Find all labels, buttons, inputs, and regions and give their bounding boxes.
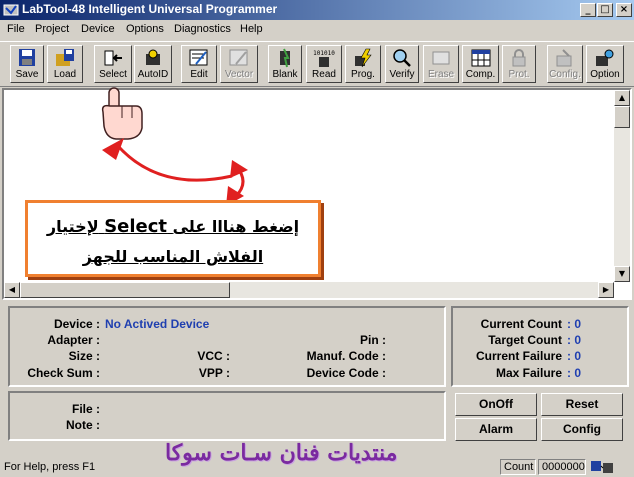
device-info-panel: Device : No Actived Device Adapter : Pin… bbox=[8, 306, 446, 387]
size-label: Size : bbox=[68, 349, 100, 363]
alarm-button[interactable]: Alarm bbox=[455, 418, 537, 441]
count-label: Count bbox=[500, 459, 536, 475]
pointing-hand-icon bbox=[101, 87, 143, 140]
status-help-text: For Help, press F1 bbox=[4, 461, 96, 473]
current-count-value: : 0 bbox=[567, 317, 582, 331]
device-label: Device : bbox=[53, 317, 100, 331]
target-count-value: : 0 bbox=[567, 333, 582, 347]
manuf-code-label: Manuf. Code : bbox=[306, 349, 386, 363]
adapter-label: Adapter : bbox=[47, 333, 100, 347]
callout-keyword: Select bbox=[104, 216, 168, 237]
count-value: 0000000 bbox=[538, 459, 586, 475]
checksum-label: Check Sum : bbox=[27, 366, 100, 380]
reset-button[interactable]: Reset bbox=[541, 393, 623, 416]
annotation-callout: إضغط هنااا على Select لإختيار الفلاش الم… bbox=[25, 200, 321, 277]
callout-line1-before: إضغط هنااا على bbox=[172, 217, 300, 236]
forum-watermark: منتديات فنان سـات سوكا bbox=[165, 440, 398, 466]
callout-line1: إضغط هنااا على Select لإختيار bbox=[28, 216, 318, 237]
device-code-label: Device Code : bbox=[306, 366, 386, 380]
current-count-label: Current Count bbox=[480, 317, 562, 331]
current-failure-label: Current Failure bbox=[475, 349, 562, 363]
file-note-panel: File : Note : bbox=[8, 391, 446, 441]
pin-label: Pin : bbox=[360, 333, 386, 347]
vpp-label: VPP : bbox=[198, 366, 230, 380]
current-failure-value: : 0 bbox=[567, 349, 582, 363]
onoff-button[interactable]: OnOff bbox=[455, 393, 537, 416]
callout-line2: الفلاش المناسب للجهز bbox=[82, 247, 264, 266]
device-value: No Actived Device bbox=[105, 317, 210, 331]
config-button[interactable]: Config bbox=[541, 418, 623, 441]
target-count-label: Target Count bbox=[488, 333, 562, 347]
vcc-label: VCC : bbox=[197, 349, 230, 363]
callout-line1-after: لإختيار bbox=[46, 217, 99, 236]
connection-status-icon bbox=[591, 461, 613, 473]
file-label: File : bbox=[71, 402, 100, 416]
max-failure-label: Max Failure bbox=[495, 366, 562, 380]
counts-panel: Current Count : 0 Target Count : 0 Curre… bbox=[451, 306, 629, 387]
note-label: Note : bbox=[66, 418, 100, 432]
max-failure-value: : 0 bbox=[567, 366, 582, 380]
red-arrow bbox=[102, 138, 248, 206]
